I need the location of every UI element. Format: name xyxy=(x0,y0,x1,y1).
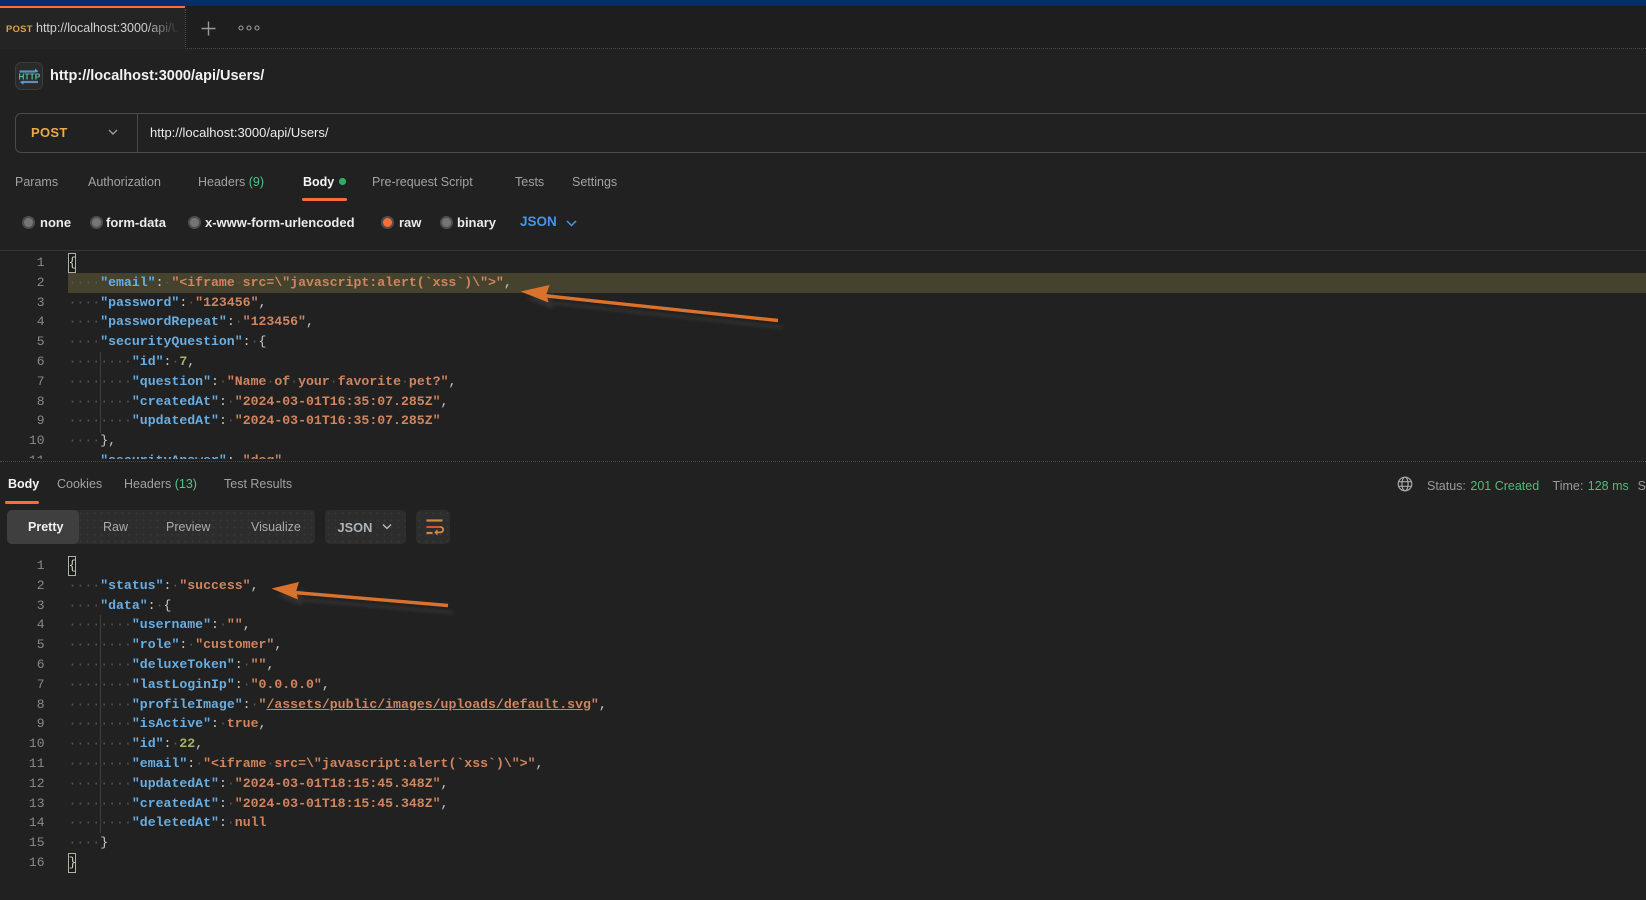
svg-text:HTTP: HTTP xyxy=(19,73,41,82)
